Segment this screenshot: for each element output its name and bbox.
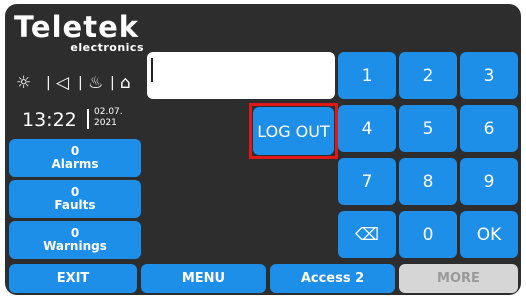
divider: | [110,75,115,91]
warnings-button[interactable]: 0 Warnings [9,221,141,259]
password-input[interactable] [147,52,335,99]
text-cursor [151,58,153,82]
sun-icon: ☼ [16,73,32,93]
clock: 13:22 02.07. 2021 [14,107,146,135]
warnings-label: Warnings [43,239,107,253]
key-6[interactable]: 6 [460,105,518,152]
clock-time: 13:22 [22,109,77,131]
clock-divider [87,109,89,129]
fire-icon: ♨ [88,73,104,93]
key-4[interactable]: 4 [338,105,396,152]
backspace-button[interactable]: ⌫ [338,211,396,258]
backspace-icon: ⌫ [354,224,380,245]
teletek-logo: Teletek electronics [14,10,146,54]
alarms-button[interactable]: 0 Alarms [9,139,141,177]
faults-label: Faults [54,198,96,212]
exit-button[interactable]: EXIT [9,264,137,293]
divider: | [78,75,83,91]
key-2[interactable]: 2 [399,52,457,99]
clock-date: 02.07. 2021 [94,107,123,129]
highlight-box [249,103,338,159]
door-icon: ⌂ [120,73,131,93]
faults-button[interactable]: 0 Faults [9,180,141,218]
key-5[interactable]: 5 [399,105,457,152]
menu-button[interactable]: MENU [141,264,266,293]
key-1[interactable]: 1 [338,52,396,99]
divider: | [46,75,51,91]
key-7[interactable]: 7 [338,158,396,205]
key-3[interactable]: 3 [460,52,518,99]
clock-date-year: 2021 [94,118,117,128]
key-8[interactable]: 8 [399,158,457,205]
key-9[interactable]: 9 [460,158,518,205]
more-button[interactable]: MORE [399,264,518,293]
access-level-button[interactable]: Access 2 [270,264,395,293]
alarms-label: Alarms [51,157,99,171]
speaker-icon: ◁ [56,73,70,93]
ok-button[interactable]: OK [460,211,518,258]
control-panel: Teletek electronics ☼ | ◁ | ♨ | ⌂ 13:22 … [5,4,521,295]
logo-subtitle: electronics [70,41,144,54]
clock-date-day: 02.07. [94,107,123,117]
status-icons: ☼ | ◁ | ♨ | ⌂ [14,72,146,98]
key-0[interactable]: 0 [399,211,457,258]
logo-name: Teletek [14,10,140,44]
